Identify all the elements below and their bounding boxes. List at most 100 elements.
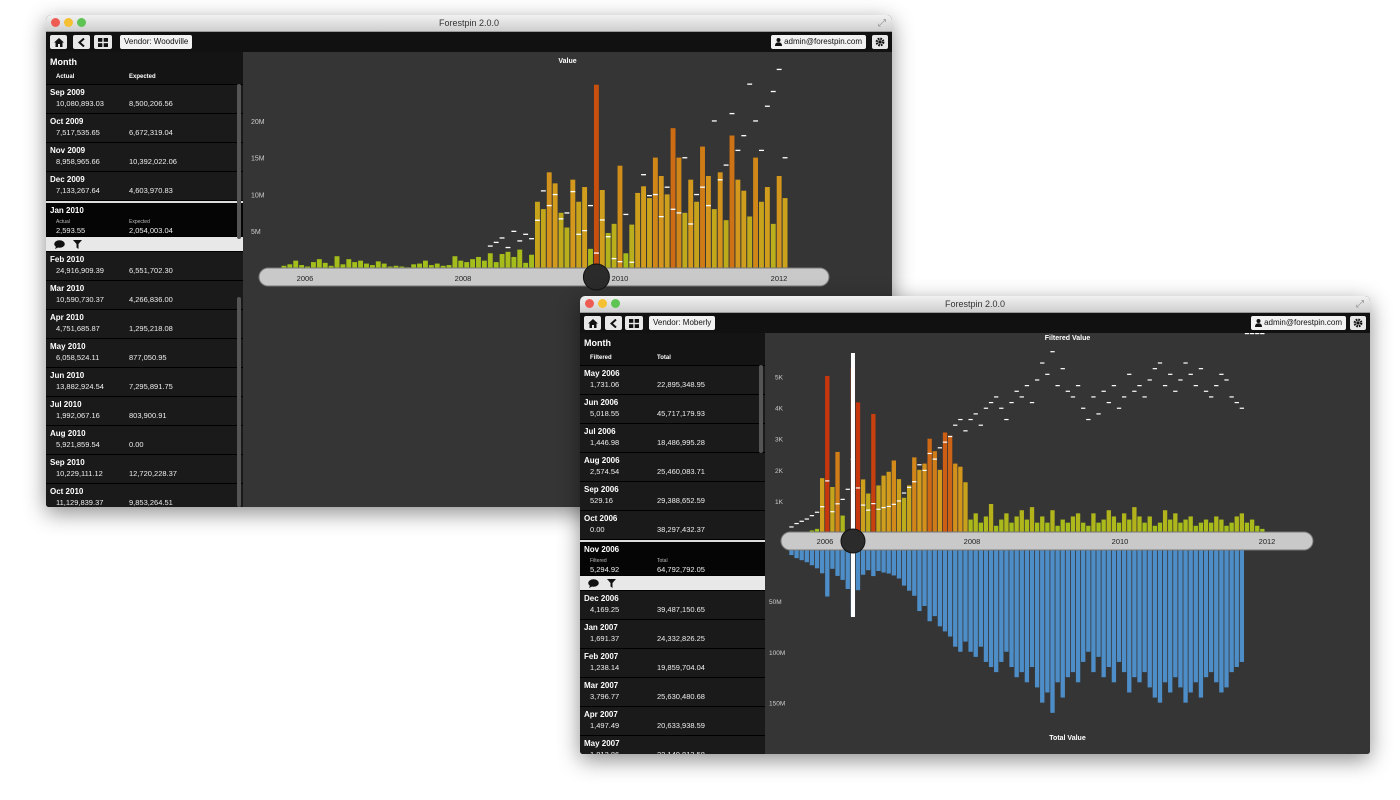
month-row[interactable]: May 2010 6,058,524.11 877,050.95 bbox=[46, 339, 243, 368]
total-bar[interactable] bbox=[1075, 550, 1081, 683]
month-row[interactable]: Apr 2007 1,497.49 20,633,938.59 bbox=[580, 707, 765, 736]
total-bar[interactable] bbox=[1024, 550, 1030, 683]
user-account-button[interactable]: admin@forestpin.com bbox=[1251, 316, 1346, 330]
total-bar[interactable] bbox=[1091, 550, 1096, 673]
month-row[interactable]: Mar 2010 10,590,730.37 4,266,836.00 bbox=[46, 281, 243, 310]
value-bar[interactable] bbox=[458, 260, 464, 268]
total-bar[interactable] bbox=[814, 550, 820, 569]
month-row[interactable]: Aug 2010 5,921,859.54 0.00 bbox=[46, 426, 243, 455]
vendor-selector[interactable]: Vendor: Moberly bbox=[649, 316, 716, 330]
total-bar[interactable] bbox=[1183, 550, 1188, 703]
fullscreen-icon[interactable]: ⤢ bbox=[878, 16, 886, 32]
value-bar[interactable] bbox=[310, 262, 316, 268]
value-bar[interactable] bbox=[741, 190, 747, 268]
filtered-bar[interactable] bbox=[1065, 522, 1071, 532]
home-button[interactable] bbox=[50, 35, 67, 49]
total-bar[interactable] bbox=[1224, 550, 1229, 688]
filtered-bar[interactable] bbox=[953, 463, 958, 532]
total-bar[interactable] bbox=[794, 550, 799, 559]
total-bar[interactable] bbox=[994, 550, 999, 673]
filter-icon[interactable] bbox=[73, 239, 82, 249]
value-bar[interactable] bbox=[293, 260, 299, 268]
filtered-bar[interactable] bbox=[871, 413, 876, 532]
filtered-bar[interactable] bbox=[830, 487, 835, 532]
filtered-bar[interactable] bbox=[973, 513, 978, 532]
value-bar[interactable] bbox=[747, 216, 753, 268]
comment-icon[interactable] bbox=[54, 239, 65, 249]
month-row[interactable]: Mar 2007 3,796.77 25,630,480.68 bbox=[580, 678, 765, 707]
filtered-bar[interactable] bbox=[1224, 525, 1229, 532]
value-bar[interactable] bbox=[523, 262, 529, 268]
total-bar[interactable] bbox=[1014, 550, 1019, 678]
total-bar[interactable] bbox=[1219, 550, 1224, 693]
filtered-bar[interactable] bbox=[1086, 525, 1091, 532]
total-bar[interactable] bbox=[1152, 550, 1158, 698]
total-bar[interactable] bbox=[1142, 550, 1147, 673]
filtered-bar[interactable] bbox=[866, 493, 871, 532]
value-bar[interactable] bbox=[593, 84, 599, 269]
filtered-bar[interactable] bbox=[1060, 519, 1065, 532]
month-row[interactable]: Dec 2009 7,133,267.64 4,603,970.83 bbox=[46, 172, 243, 201]
timeline-handle[interactable] bbox=[582, 263, 610, 291]
filtered-bar[interactable] bbox=[1004, 513, 1009, 532]
month-row[interactable]: Dec 2006 4,169.25 39,487,150.65 bbox=[580, 591, 765, 620]
value-bar[interactable] bbox=[540, 209, 546, 268]
month-row[interactable]: Jan 2007 1,691.37 24,332,826.25 bbox=[580, 620, 765, 649]
total-bar[interactable] bbox=[1193, 550, 1198, 683]
total-bar[interactable] bbox=[901, 550, 907, 586]
total-bar[interactable] bbox=[1060, 550, 1065, 698]
value-bar[interactable] bbox=[770, 223, 776, 268]
total-bar[interactable] bbox=[866, 550, 871, 571]
back-button[interactable] bbox=[73, 35, 90, 49]
total-bar[interactable] bbox=[1050, 550, 1055, 713]
title-bar[interactable]: Forestpin 2.0.0 ⤢ bbox=[580, 296, 1370, 313]
zoom-button[interactable] bbox=[611, 299, 620, 308]
filtered-bar[interactable] bbox=[947, 435, 953, 532]
total-bar[interactable] bbox=[1203, 550, 1209, 678]
filtered-bar[interactable] bbox=[855, 402, 861, 532]
total-bar[interactable] bbox=[1229, 550, 1234, 673]
close-button[interactable] bbox=[585, 299, 594, 308]
filtered-bar[interactable] bbox=[1203, 519, 1209, 532]
filtered-bar[interactable] bbox=[983, 516, 989, 532]
filtered-bar[interactable] bbox=[1142, 522, 1147, 532]
filtered-bar[interactable] bbox=[820, 478, 825, 532]
filtered-bar[interactable] bbox=[1168, 519, 1173, 532]
total-bar[interactable] bbox=[876, 550, 881, 571]
filtered-bar[interactable] bbox=[907, 485, 912, 532]
filtered-bar[interactable] bbox=[1255, 525, 1260, 532]
value-bar[interactable] bbox=[316, 259, 322, 268]
filtered-bar[interactable] bbox=[994, 525, 999, 532]
total-bar[interactable] bbox=[907, 550, 912, 591]
value-bar[interactable] bbox=[629, 224, 635, 268]
value-bar[interactable] bbox=[694, 201, 700, 268]
filtered-bar[interactable] bbox=[1127, 519, 1132, 532]
total-bar[interactable] bbox=[871, 550, 876, 577]
selected-month-row[interactable]: Nov 2006 Filtered Total 5,294.92 64,792,… bbox=[580, 540, 765, 576]
value-bar[interactable] bbox=[658, 176, 664, 268]
value-bar[interactable] bbox=[364, 263, 369, 268]
filtered-bar[interactable] bbox=[1152, 525, 1158, 532]
filtered-bar[interactable] bbox=[1219, 519, 1224, 532]
value-bar[interactable] bbox=[352, 262, 358, 268]
value-bar[interactable] bbox=[558, 212, 564, 268]
value-bar[interactable] bbox=[464, 262, 470, 268]
value-bar[interactable] bbox=[641, 186, 647, 268]
filtered-bar[interactable] bbox=[968, 519, 973, 532]
back-button[interactable] bbox=[605, 316, 622, 330]
total-bar[interactable] bbox=[886, 550, 891, 574]
total-bar[interactable] bbox=[1173, 550, 1178, 678]
total-bar[interactable] bbox=[1111, 550, 1117, 683]
total-bar[interactable] bbox=[1045, 550, 1050, 693]
value-bar[interactable] bbox=[776, 176, 782, 268]
total-bar[interactable] bbox=[983, 550, 989, 662]
total-bar[interactable] bbox=[1029, 550, 1035, 668]
list-scrollbar-upper[interactable] bbox=[237, 84, 241, 239]
list-scrollbar-lower[interactable] bbox=[237, 297, 241, 507]
total-bar[interactable] bbox=[1040, 550, 1045, 703]
total-bar[interactable] bbox=[922, 550, 927, 606]
minimize-button[interactable] bbox=[598, 299, 607, 308]
total-bar[interactable] bbox=[881, 550, 886, 573]
filtered-bar[interactable] bbox=[1111, 516, 1117, 532]
total-bar[interactable] bbox=[973, 550, 978, 657]
